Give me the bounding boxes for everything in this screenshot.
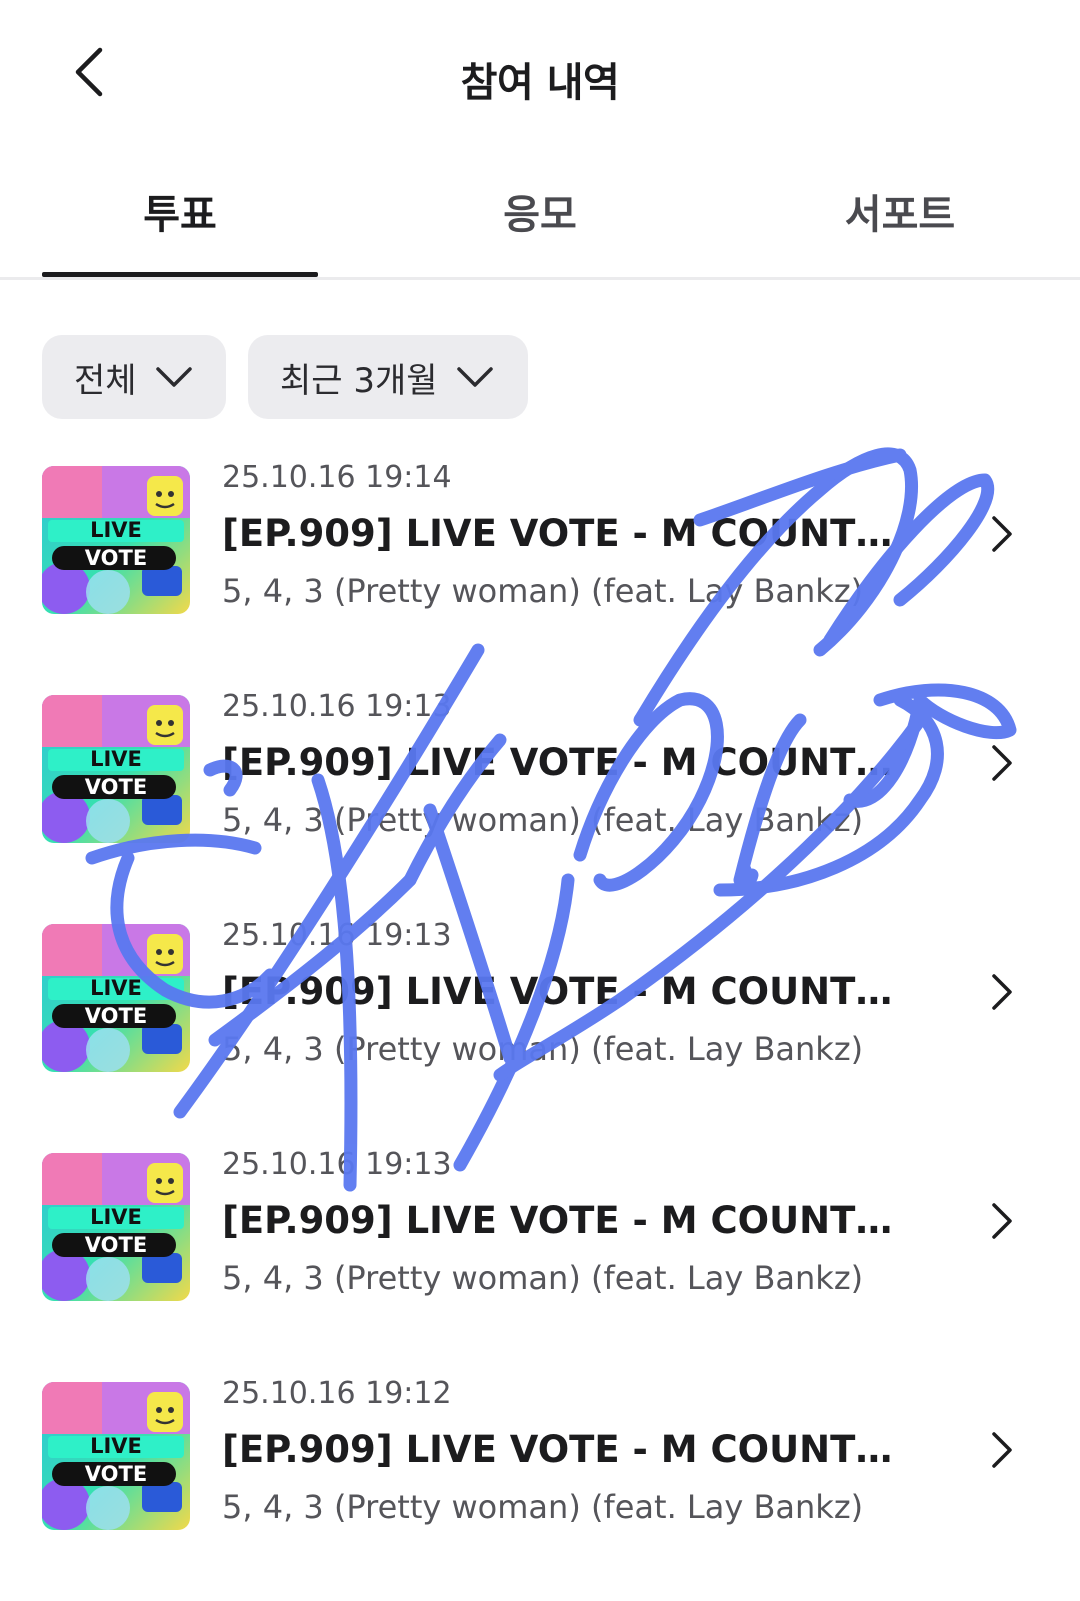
item-date: 25.10.16 19:13	[222, 1147, 452, 1182]
svg-text:LIVE: LIVE	[90, 976, 142, 1000]
filter-category-label: 전체	[74, 360, 137, 401]
live-vote-thumbnail: LIVE VOTE	[42, 1153, 190, 1301]
item-title: [EP.909] LIVE VOTE - M COUNTD...	[222, 1199, 922, 1242]
svg-text:LIVE: LIVE	[90, 1205, 142, 1229]
tab-support[interactable]: 서포트	[750, 182, 1050, 240]
svg-text:VOTE: VOTE	[85, 1004, 147, 1028]
item-title: [EP.909] LIVE VOTE - M COUNTD...	[222, 741, 922, 784]
item-title: [EP.909] LIVE VOTE - M COUNTD...	[222, 1428, 922, 1471]
item-subtitle: 5, 4, 3 (Pretty woman) (feat. Lay Bankz)	[222, 1488, 864, 1526]
live-vote-thumbnail: LIVE VOTE	[42, 924, 190, 1072]
chevron-right-icon	[984, 741, 1020, 785]
list-item[interactable]: LIVE VOTE 25.10.16 19:13 [EP.909] LIVE V…	[0, 689, 1080, 849]
header: 참여 내역	[0, 0, 1080, 150]
item-date: 25.10.16 19:13	[222, 918, 452, 953]
tab-vote[interactable]: 투표	[30, 182, 330, 240]
page: 참여 내역 투표 응모 서포트 전체 최근 3개월 LIVE VOTE 25.1…	[0, 0, 1080, 1601]
filter-period-dropdown[interactable]: 최근 3개월	[248, 335, 528, 419]
svg-text:VOTE: VOTE	[85, 1462, 147, 1486]
item-date: 25.10.16 19:13	[222, 689, 452, 724]
active-tab-indicator	[42, 272, 318, 277]
item-date: 25.10.16 19:12	[222, 1376, 452, 1411]
svg-text:LIVE: LIVE	[90, 518, 142, 542]
chevron-right-icon	[984, 512, 1020, 556]
page-title: 참여 내역	[460, 60, 620, 106]
item-title: [EP.909] LIVE VOTE - M COUNTD...	[222, 512, 922, 555]
tab-bar: 투표 응모 서포트	[0, 160, 1080, 280]
chevron-down-icon	[456, 366, 494, 388]
item-subtitle: 5, 4, 3 (Pretty woman) (feat. Lay Bankz)	[222, 572, 864, 610]
list-item[interactable]: LIVE VOTE 25.10.16 19:14 [EP.909] LIVE V…	[0, 460, 1080, 620]
item-subtitle: 5, 4, 3 (Pretty woman) (feat. Lay Bankz)	[222, 1259, 864, 1297]
list-item[interactable]: LIVE VOTE 25.10.16 19:13 [EP.909] LIVE V…	[0, 918, 1080, 1078]
chevron-down-icon	[155, 366, 193, 388]
live-vote-thumbnail: LIVE VOTE	[42, 466, 190, 614]
item-subtitle: 5, 4, 3 (Pretty woman) (feat. Lay Bankz)	[222, 801, 864, 839]
item-title: [EP.909] LIVE VOTE - M COUNTD...	[222, 970, 922, 1013]
svg-text:VOTE: VOTE	[85, 546, 147, 570]
live-vote-thumbnail: LIVE VOTE	[42, 1382, 190, 1530]
chevron-right-icon	[984, 1428, 1020, 1472]
svg-text:LIVE: LIVE	[90, 747, 142, 771]
svg-text:VOTE: VOTE	[85, 775, 147, 799]
item-subtitle: 5, 4, 3 (Pretty woman) (feat. Lay Bankz)	[222, 1030, 864, 1068]
filter-category-dropdown[interactable]: 전체	[42, 335, 226, 419]
list-item[interactable]: LIVE VOTE 25.10.16 19:13 [EP.909] LIVE V…	[0, 1147, 1080, 1307]
chevron-right-icon	[984, 1199, 1020, 1243]
chevron-right-icon	[984, 970, 1020, 1014]
live-vote-thumbnail: LIVE VOTE	[42, 695, 190, 843]
svg-text:LIVE: LIVE	[90, 1434, 142, 1458]
item-date: 25.10.16 19:14	[222, 460, 452, 495]
svg-text:VOTE: VOTE	[85, 1233, 147, 1257]
list-item[interactable]: LIVE VOTE 25.10.16 19:12 [EP.909] LIVE V…	[0, 1376, 1080, 1536]
tab-entry[interactable]: 응모	[390, 182, 690, 240]
filter-period-label: 최근 3개월	[280, 360, 438, 401]
